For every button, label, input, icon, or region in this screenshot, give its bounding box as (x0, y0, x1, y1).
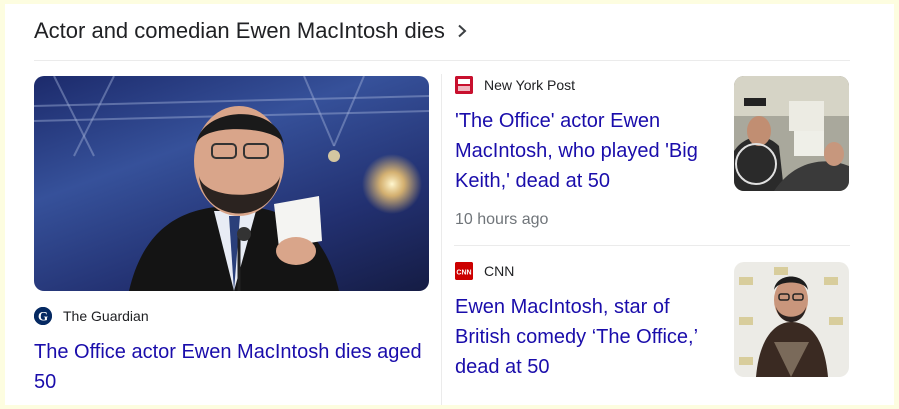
top-stories-card: Actor and comedian Ewen MacIntosh dies G… (5, 4, 894, 405)
new-york-post-logo-icon (455, 76, 473, 94)
column-divider (441, 74, 442, 405)
story-divider (454, 245, 850, 246)
story-2-thumbnail[interactable] (734, 76, 849, 191)
nypost-source: New York Post (455, 75, 575, 95)
guardian-logo-icon: G (34, 307, 52, 325)
source-name: The Guardian (63, 308, 149, 324)
cnn-source: CNN CNN (455, 261, 514, 281)
svg-text:CNN: CNN (456, 270, 471, 277)
chevron-right-icon (455, 24, 469, 38)
story-3-headline-link[interactable]: Ewen MacIntosh, star of British comedy ‘… (455, 292, 725, 382)
guardian-source: G The Guardian (34, 306, 149, 326)
source-name: New York Post (484, 77, 576, 93)
cnn-logo-icon: CNN (455, 262, 473, 280)
story-cluster-heading[interactable]: Actor and comedian Ewen MacIntosh dies (34, 15, 469, 47)
header-divider (34, 60, 850, 61)
source-name: CNN (484, 263, 515, 279)
main-story-thumbnail[interactable] (34, 76, 429, 291)
story-3-thumbnail[interactable] (734, 262, 849, 377)
story-2-headline-link[interactable]: 'The Office' actor Ewen MacIntosh, who p… (455, 106, 725, 196)
svg-text:G: G (38, 309, 48, 324)
main-story-headline-link[interactable]: The Office actor Ewen MacIntosh dies age… (34, 337, 434, 397)
cluster-title: Actor and comedian Ewen MacIntosh dies (34, 18, 445, 43)
story-2-timestamp: 10 hours ago (455, 211, 549, 228)
